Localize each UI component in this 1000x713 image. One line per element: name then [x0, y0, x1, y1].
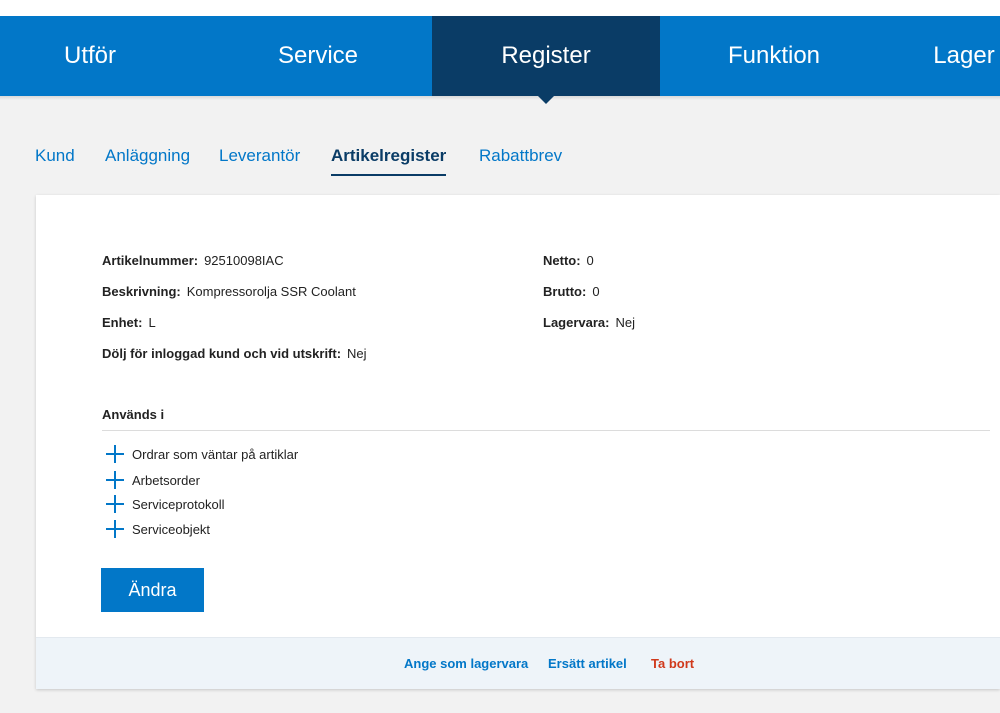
sub-nav-leverantor[interactable]: Leverantör	[219, 146, 300, 174]
hide-for-customer-field: Dölj för inloggad kund och vid utskrift:…	[102, 346, 367, 361]
used-in-item-label: Ordrar som väntar på artiklar	[132, 446, 299, 462]
used-in-item-service-object[interactable]: Serviceobjekt	[106, 519, 210, 539]
card-footer-actions: Ange som lagervara Ersätt artikel Ta bor…	[36, 637, 1000, 689]
plus-icon[interactable]	[106, 445, 124, 463]
description-field: Beskrivning: Kompressorolja SSR Coolant	[102, 284, 356, 299]
used-in-title: Används i	[102, 407, 165, 422]
main-nav-register[interactable]: Register	[432, 16, 660, 96]
used-in-item-label: Serviceobjekt	[132, 521, 211, 537]
used-in-item-waiting-orders[interactable]: Ordrar som väntar på artiklar	[106, 444, 298, 464]
main-nav-service[interactable]: Service	[204, 16, 432, 96]
active-nav-indicator	[538, 96, 554, 104]
used-in-item-label: Serviceprotokoll	[132, 496, 225, 512]
gross-field: Brutto: 0	[543, 284, 600, 299]
nav-shadow	[0, 96, 1000, 100]
article-number-field: Artikelnummer: 92510098IAC	[102, 253, 284, 268]
sub-nav-artikelregister[interactable]: Artikelregister	[331, 146, 447, 176]
used-in-item-service-protocol[interactable]: Serviceprotokoll	[106, 494, 225, 514]
unit-value: L	[148, 315, 156, 330]
plus-icon[interactable]	[106, 520, 124, 538]
article-details-card: Artikelnummer: 92510098IAC Beskrivning: Ko…	[36, 195, 1000, 689]
hide-for-customer-value: Nej	[347, 346, 367, 361]
main-nav-utfor[interactable]: Utför	[0, 16, 204, 96]
sub-nav-kund[interactable]: Kund	[35, 146, 75, 174]
main-nav-lager[interactable]: Lager	[850, 16, 1000, 96]
net-value: 0	[586, 253, 594, 268]
description-value: Kompressorolja SSR Coolant	[186, 284, 356, 299]
article-number-label: Artikelnummer:	[102, 253, 199, 268]
edit-button[interactable]: Ändra	[101, 568, 204, 612]
sub-nav-anlaggning[interactable]: Anläggning	[105, 146, 190, 174]
stock-item-field: Lagervara: Nej	[543, 315, 635, 330]
gross-value: 0	[592, 284, 600, 299]
stock-item-label: Lagervara:	[543, 315, 610, 330]
main-navigation: Utför Service Register Funktion Lager	[0, 16, 1000, 96]
unit-label: Enhet:	[102, 315, 143, 330]
stock-item-value: Nej	[615, 315, 635, 330]
net-label: Netto:	[543, 253, 581, 268]
replace-article-link[interactable]: Ersätt artikel	[548, 656, 627, 671]
unit-field: Enhet: L	[102, 315, 156, 330]
plus-icon[interactable]	[106, 471, 124, 489]
top-strip	[0, 0, 1000, 16]
description-label: Beskrivning:	[102, 284, 181, 299]
delete-article-link[interactable]: Ta bort	[651, 656, 694, 671]
set-as-stock-item-link[interactable]: Ange som lagervara	[404, 656, 528, 671]
sub-nav-rabattbrev[interactable]: Rabattbrev	[479, 146, 562, 174]
used-in-item-label: Arbetsorder	[132, 472, 200, 488]
sub-navigation: Kund Anläggning Leverantör Artikelregist…	[0, 140, 1000, 180]
gross-label: Brutto:	[543, 284, 587, 299]
net-field: Netto: 0	[543, 253, 594, 268]
used-in-item-work-orders[interactable]: Arbetsorder	[106, 470, 200, 490]
hide-for-customer-label: Dölj för inloggad kund och vid utskrift:	[102, 346, 342, 361]
section-divider	[102, 430, 990, 431]
article-number-value: 92510098IAC	[204, 253, 284, 268]
plus-icon[interactable]	[106, 495, 124, 513]
